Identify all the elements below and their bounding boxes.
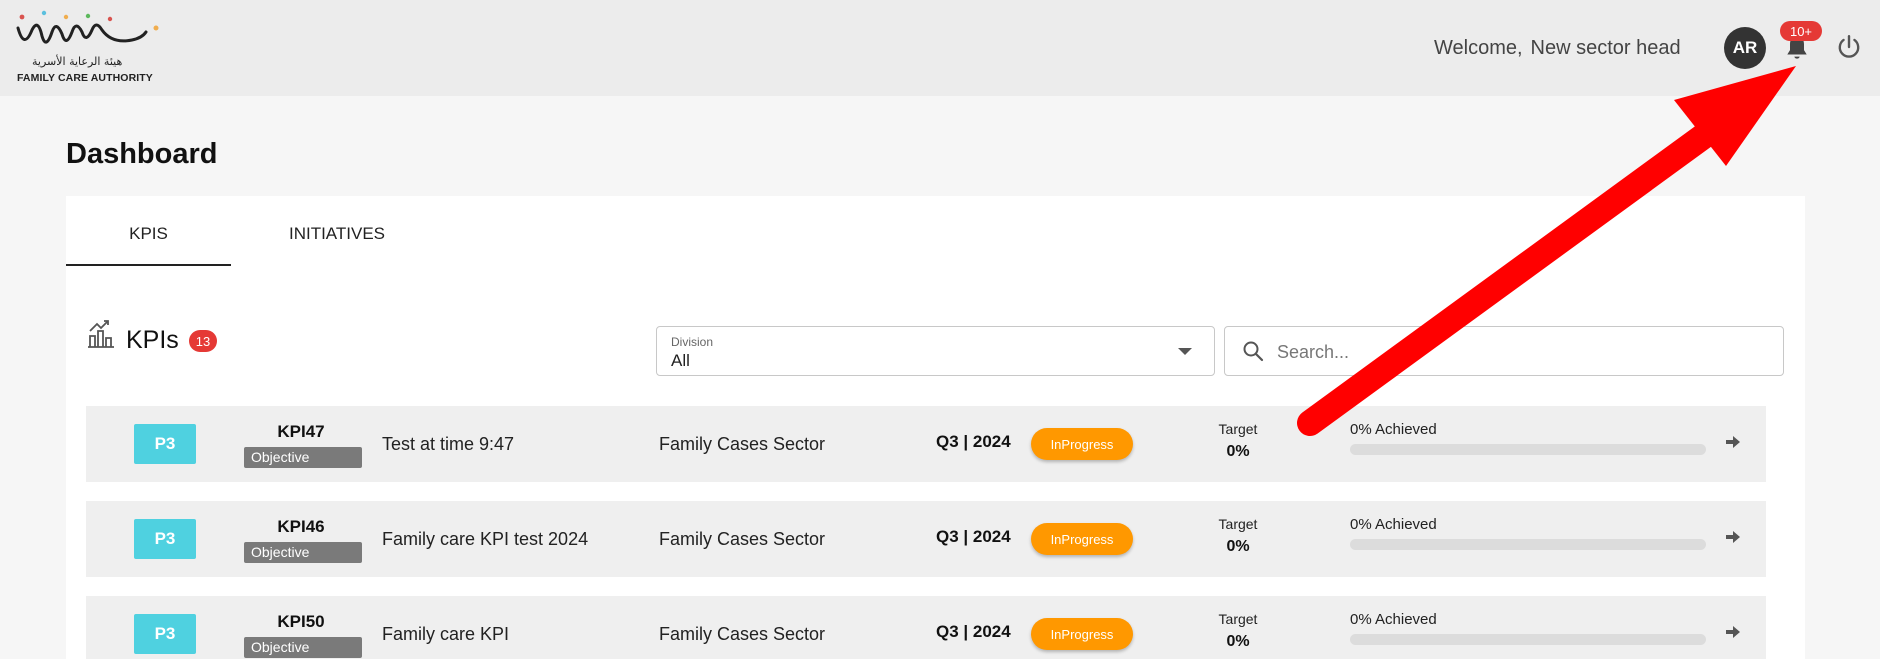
- search-box[interactable]: [1224, 326, 1784, 376]
- welcome-label: Welcome,: [1434, 37, 1523, 59]
- division-label: Division: [671, 335, 714, 349]
- kpi-code: KPI50: [277, 612, 325, 631]
- active-tab-indicator: [66, 264, 231, 266]
- kpi-chart-icon: [88, 320, 114, 348]
- tab-initiatives[interactable]: INITIATIVES: [231, 224, 443, 264]
- status-badge: InProgress: [1031, 618, 1133, 650]
- priority-badge: P3: [134, 614, 196, 654]
- power-icon[interactable]: [1836, 34, 1862, 60]
- division-value: All: [671, 351, 690, 370]
- kpi-row[interactable]: P3 KPI50 Objective Family care KPI Famil…: [86, 596, 1766, 659]
- status-badge: InProgress: [1031, 428, 1133, 460]
- kpi-type-tag: Objective: [244, 542, 362, 563]
- arrow-right-icon[interactable]: [1725, 624, 1741, 640]
- achieved-label: 0% Achieved: [1350, 516, 1437, 533]
- target-value: 0%: [1226, 633, 1250, 650]
- dashboard-card: KPIS INITIATIVES KPIs 13 Division All P3…: [66, 196, 1805, 659]
- target-label: Target: [1218, 611, 1258, 627]
- kpi-code: KPI46: [277, 517, 325, 536]
- division-select[interactable]: Division All: [656, 326, 1215, 376]
- logo-arabic-text: هيئة الرعاية الأسرية: [32, 55, 123, 68]
- kpi-name: Test at time 9:47: [382, 434, 515, 454]
- arrow-right-icon[interactable]: [1725, 529, 1741, 545]
- search-input[interactable]: [1277, 339, 1757, 365]
- page-title: Dashboard: [66, 138, 218, 170]
- notification-badge[interactable]: 10+: [1780, 21, 1822, 41]
- avatar[interactable]: AR: [1724, 27, 1766, 69]
- kpi-code: KPI47: [277, 422, 325, 441]
- kpis-count-badge: 13: [189, 330, 217, 352]
- logo-mark-icon: [16, 10, 159, 44]
- kpi-sector: Family Cases Sector: [659, 624, 826, 644]
- top-bar: هيئة الرعاية الأسرية FAMILY CARE AUTHORI…: [0, 0, 1880, 96]
- priority-badge: P3: [134, 519, 196, 559]
- chevron-down-icon[interactable]: [1178, 348, 1192, 355]
- logo[interactable]: هيئة الرعاية الأسرية FAMILY CARE AUTHORI…: [14, 10, 164, 84]
- status-badge: InProgress: [1031, 523, 1133, 555]
- progress-bar: [1350, 634, 1706, 645]
- target-label: Target: [1218, 516, 1258, 532]
- arrow-right-icon[interactable]: [1725, 434, 1741, 450]
- achieved-label: 0% Achieved: [1350, 611, 1437, 628]
- kpis-heading: KPIs: [126, 326, 179, 354]
- priority-badge: P3: [134, 424, 196, 464]
- kpi-sector: Family Cases Sector: [659, 529, 826, 549]
- kpi-sector: Family Cases Sector: [659, 434, 826, 454]
- kpi-name: Family care KPI: [382, 624, 510, 644]
- target-value: 0%: [1226, 538, 1250, 555]
- kpi-type-tag: Objective: [244, 637, 362, 658]
- kpi-type-tag: Objective: [244, 447, 362, 468]
- progress-bar: [1350, 444, 1706, 455]
- search-icon: [1243, 341, 1264, 362]
- progress-bar: [1350, 539, 1706, 550]
- tab-kpis[interactable]: KPIS: [66, 224, 231, 264]
- target-label: Target: [1218, 421, 1258, 437]
- kpi-period: Q3 | 2024: [936, 432, 1011, 451]
- kpi-period: Q3 | 2024: [936, 622, 1011, 641]
- welcome-message: Welcome, New sector head: [1426, 37, 1681, 60]
- kpi-period: Q3 | 2024: [936, 527, 1011, 546]
- kpi-row[interactable]: P3 KPI47 Objective Test at time 9:47 Fam…: [86, 406, 1766, 482]
- achieved-label: 0% Achieved: [1350, 421, 1437, 438]
- kpi-name: Family care KPI test 2024: [382, 529, 589, 549]
- user-name: New sector head: [1530, 37, 1681, 59]
- target-value: 0%: [1226, 443, 1250, 460]
- logo-english-text: FAMILY CARE AUTHORITY: [17, 72, 153, 84]
- kpi-row[interactable]: P3 KPI46 Objective Family care KPI test …: [86, 501, 1766, 577]
